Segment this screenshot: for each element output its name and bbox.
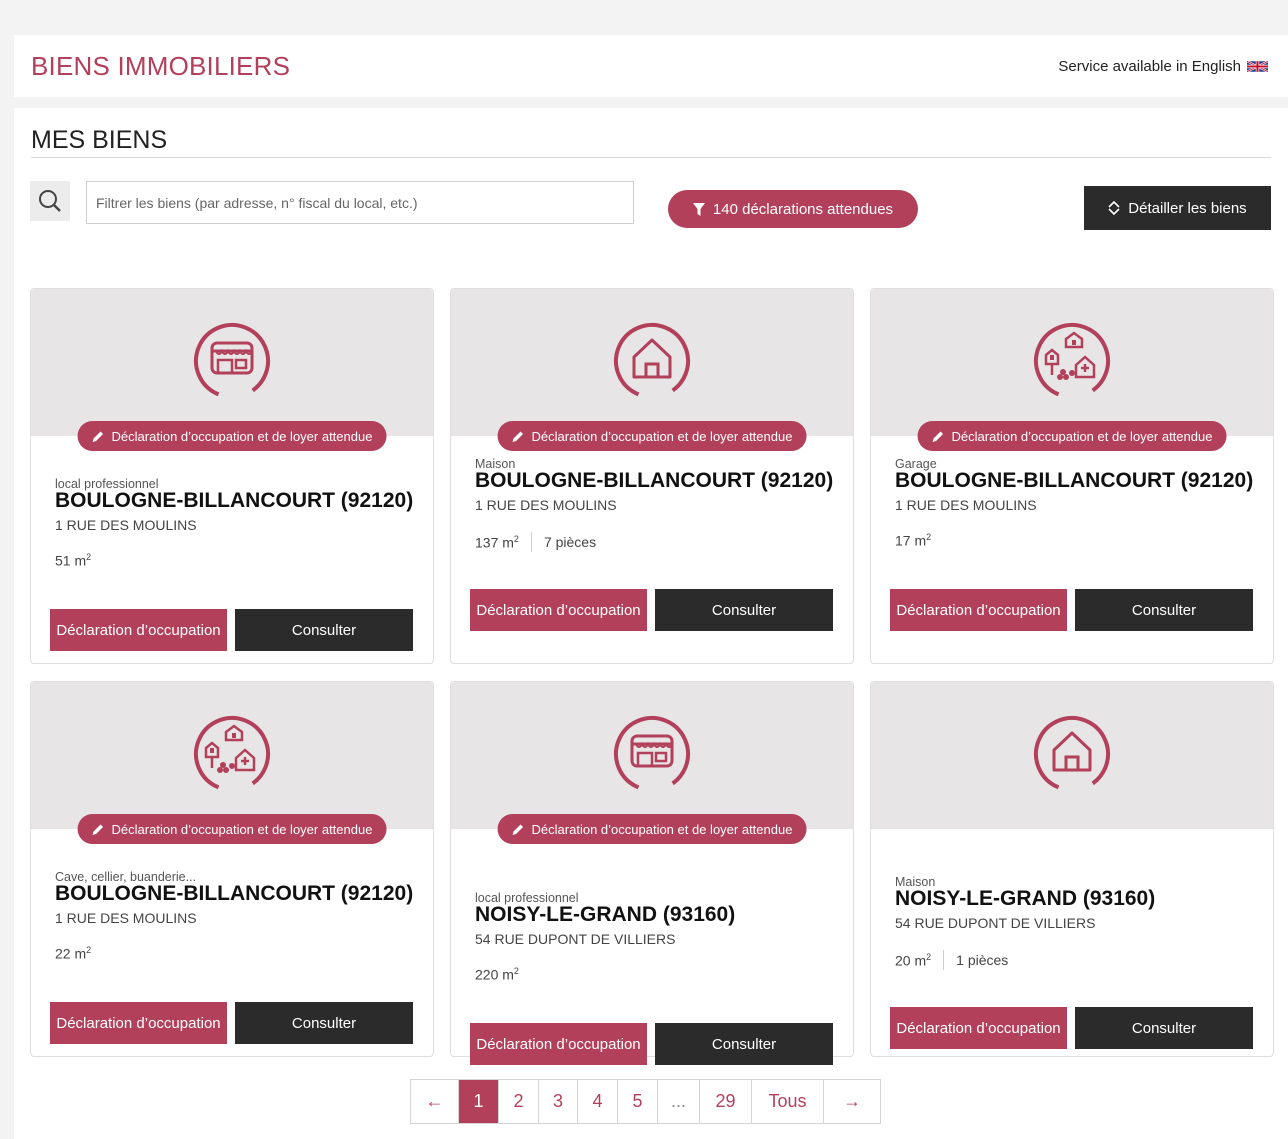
badge-label: Déclaration d’occupation et de loyer att…: [951, 428, 1213, 444]
property-meta: 22 m2: [55, 945, 91, 962]
page-4-button[interactable]: 4: [578, 1080, 618, 1123]
declaration-button[interactable]: Déclaration d’occupation: [890, 589, 1067, 631]
declaration-button[interactable]: Déclaration d’occupation: [470, 1023, 647, 1065]
previous-page-button[interactable]: ←: [411, 1080, 459, 1123]
page-header: BIENS IMMOBILIERS Service available in E…: [14, 35, 1288, 97]
house-icon: [614, 323, 690, 399]
pencil-icon: [932, 431, 944, 442]
consult-button[interactable]: Consulter: [1075, 589, 1253, 631]
property-meta: 220 m2: [475, 966, 519, 983]
uk-flag-icon: [1247, 61, 1268, 72]
pagination: ← 1 2 3 4 5 ... 29 Tous →: [410, 1079, 881, 1124]
expand-collapse-icon: [1108, 201, 1120, 215]
expected-declarations-filter[interactable]: 140 déclarations attendues: [668, 190, 918, 228]
page-2-button[interactable]: 2: [499, 1080, 539, 1123]
property-address: 1 RUE DES MOULINS: [895, 497, 1037, 513]
property-meta: 17 m2: [895, 532, 931, 549]
property-address: 54 RUE DUPONT DE VILLIERS: [895, 915, 1096, 931]
consult-button[interactable]: Consulter: [1075, 1007, 1253, 1049]
expected-declaration-badge: Déclaration d’occupation et de loyer att…: [917, 421, 1227, 451]
declaration-button[interactable]: Déclaration d’occupation: [50, 609, 227, 651]
house-icon: [1034, 716, 1110, 792]
badge-label: Déclaration d’occupation et de loyer att…: [531, 428, 793, 444]
property-card: Déclaration d’occupation et de loyer att…: [450, 288, 854, 664]
filter-icon: [692, 202, 705, 216]
misc-property-icon: [1034, 323, 1110, 399]
page-3-button[interactable]: 3: [539, 1080, 578, 1123]
page-title: BIENS IMMOBILIERS: [31, 51, 291, 81]
property-city: BOULOGNE-BILLANCOURT (92120): [895, 469, 1254, 492]
pencil-icon: [512, 824, 524, 835]
property-area: 17 m2: [895, 532, 932, 549]
shop-icon: [614, 716, 690, 792]
shop-icon: [194, 323, 270, 399]
property-rooms: 7 pièces: [543, 534, 597, 550]
consult-button[interactable]: Consulter: [655, 1023, 833, 1065]
pencil-icon: [92, 824, 104, 835]
pencil-icon: [512, 431, 524, 442]
property-address: 1 RUE DES MOULINS: [55, 517, 197, 533]
property-card: Déclaration d’occupation et de loyer att…: [30, 681, 434, 1057]
detail-properties-button[interactable]: Détailler les biens: [1084, 186, 1271, 230]
consult-button[interactable]: Consulter: [235, 1002, 413, 1044]
property-area: 20 m2: [895, 951, 932, 969]
property-card: Déclaration d’occupation et de loyer att…: [870, 288, 1274, 664]
next-page-button[interactable]: →: [824, 1080, 880, 1123]
search-icon: [30, 181, 70, 221]
search-input[interactable]: [86, 181, 634, 224]
detail-properties-label: Détailler les biens: [1128, 199, 1247, 217]
page-29-button[interactable]: 29: [700, 1080, 752, 1123]
property-meta: 51 m2: [55, 552, 91, 569]
expected-declaration-badge: Déclaration d’occupation et de loyer att…: [497, 421, 807, 451]
page-1-button[interactable]: 1: [459, 1080, 499, 1123]
declaration-button[interactable]: Déclaration d’occupation: [470, 589, 647, 631]
declaration-button[interactable]: Déclaration d’occupation: [50, 1002, 227, 1044]
expected-declaration-badge: Déclaration d’occupation et de loyer att…: [77, 814, 387, 844]
meta-separator: [530, 532, 532, 552]
page-5-button[interactable]: 5: [618, 1080, 658, 1123]
badge-label: Déclaration d’occupation et de loyer att…: [531, 821, 793, 837]
english-service-label: Service available in English: [1058, 58, 1241, 75]
misc-property-icon: [194, 716, 270, 792]
expected-declaration-badge: Déclaration d’occupation et de loyer att…: [77, 421, 387, 451]
consult-button[interactable]: Consulter: [655, 589, 833, 631]
property-city: NOISY-LE-GRAND (93160): [895, 887, 1156, 910]
property-city: BOULOGNE-BILLANCOURT (92120): [55, 882, 414, 905]
property-city: BOULOGNE-BILLANCOURT (92120): [475, 469, 834, 492]
meta-separator: [943, 950, 945, 970]
magnifier-icon: [39, 190, 61, 212]
english-service-link[interactable]: Service available in English: [1058, 58, 1268, 75]
badge-label: Déclaration d’occupation et de loyer att…: [111, 428, 373, 444]
property-area: 220 m2: [475, 966, 519, 983]
property-address: 1 RUE DES MOULINS: [475, 497, 617, 513]
property-address: 1 RUE DES MOULINS: [55, 910, 197, 926]
property-city: BOULOGNE-BILLANCOURT (92120): [55, 489, 414, 512]
property-meta: 20 m2 1 pièces: [895, 950, 1008, 970]
section-title: MES BIENS: [31, 126, 168, 154]
expected-declarations-label: 140 déclarations attendues: [712, 200, 894, 218]
consult-button[interactable]: Consulter: [235, 609, 413, 651]
pencil-icon: [92, 431, 104, 442]
expected-declaration-badge: Déclaration d’occupation et de loyer att…: [497, 814, 807, 844]
declaration-button[interactable]: Déclaration d’occupation: [890, 1007, 1067, 1049]
all-pages-button[interactable]: Tous: [752, 1080, 824, 1123]
property-address: 54 RUE DUPONT DE VILLIERS: [475, 931, 676, 947]
property-rooms: 1 pièces: [956, 952, 1009, 968]
badge-label: Déclaration d’occupation et de loyer att…: [111, 821, 373, 837]
property-city: NOISY-LE-GRAND (93160): [475, 903, 736, 926]
property-area: 22 m2: [55, 945, 92, 962]
property-card: Déclaration d’occupation et de loyer att…: [450, 681, 854, 1065]
section-divider: [31, 157, 1271, 158]
pagination-ellipsis: ...: [658, 1080, 700, 1123]
property-meta: 137 m2 7 pièces: [475, 532, 596, 552]
property-card: Déclaration d’occupation et de loyer att…: [30, 288, 434, 664]
property-card: Maison NOISY-LE-GRAND (93160) 54 RUE DUP…: [870, 681, 1274, 1057]
property-area: 51 m2: [55, 552, 92, 569]
property-area: 137 m2: [475, 533, 519, 551]
